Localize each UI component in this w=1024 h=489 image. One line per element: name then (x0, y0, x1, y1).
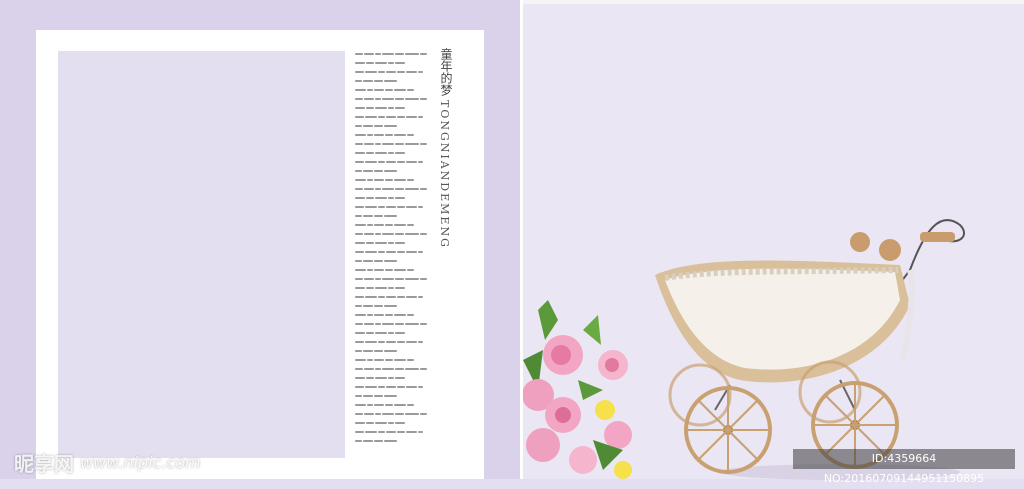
body-text-line (355, 376, 427, 380)
body-text-line (355, 61, 427, 65)
body-text-line (355, 367, 427, 371)
body-text-line (355, 223, 427, 227)
body-text-line (355, 313, 427, 317)
body-text-line (355, 160, 427, 164)
body-text-line (355, 124, 427, 128)
body-text-line (355, 133, 427, 137)
body-text-line (355, 295, 427, 299)
body-text-line (355, 214, 427, 218)
body-text-line (355, 142, 427, 146)
photo-placeholder (58, 51, 345, 458)
body-text-line (355, 241, 427, 245)
body-text-line (355, 97, 427, 101)
body-text-line (355, 196, 427, 200)
body-text-line (355, 178, 427, 182)
body-text-line (355, 232, 427, 236)
flower-bouquet-image (523, 300, 632, 479)
body-text-line (355, 439, 427, 443)
title-pinyin: TONGNIANDEMENG (438, 100, 451, 249)
body-text-line (355, 421, 427, 425)
body-text-line (355, 250, 427, 254)
vertical-title: 童年的梦 TONGNIANDEMENG (438, 48, 456, 249)
watermark-brand: 昵享网 www.nipic.com (14, 448, 201, 477)
body-text-column (355, 52, 427, 452)
watermark-id: ID:4359664 NO:20160709144951150895 (793, 449, 1015, 485)
body-text-line (355, 340, 427, 344)
body-text-line (355, 394, 427, 398)
body-text-line (355, 286, 427, 290)
body-text-line (355, 268, 427, 272)
body-text-line (355, 151, 427, 155)
body-text-line (355, 277, 427, 281)
body-text-line (355, 79, 427, 83)
body-text-line (355, 259, 427, 263)
body-text-line (355, 412, 427, 416)
body-text-line (355, 52, 427, 56)
body-text-line (355, 331, 427, 335)
watermark-brand-name: 昵享网 (14, 452, 74, 476)
body-text-line (355, 322, 427, 326)
body-text-line (355, 88, 427, 92)
watermark-url: www.nipic.com (80, 453, 201, 472)
body-text-line (355, 187, 427, 191)
body-text-line (355, 115, 427, 119)
body-text-line (355, 106, 427, 110)
title-chinese: 童年的梦 (439, 48, 453, 96)
body-text-line (355, 304, 427, 308)
body-text-line (355, 205, 427, 209)
baby-stroller-image (655, 219, 965, 480)
body-text-line (355, 430, 427, 434)
body-text-line (355, 349, 427, 353)
top-edge (523, 0, 1024, 4)
body-text-line (355, 403, 427, 407)
body-text-line (355, 385, 427, 389)
body-text-line (355, 358, 427, 362)
body-text-line (355, 70, 427, 74)
body-text-line (355, 169, 427, 173)
